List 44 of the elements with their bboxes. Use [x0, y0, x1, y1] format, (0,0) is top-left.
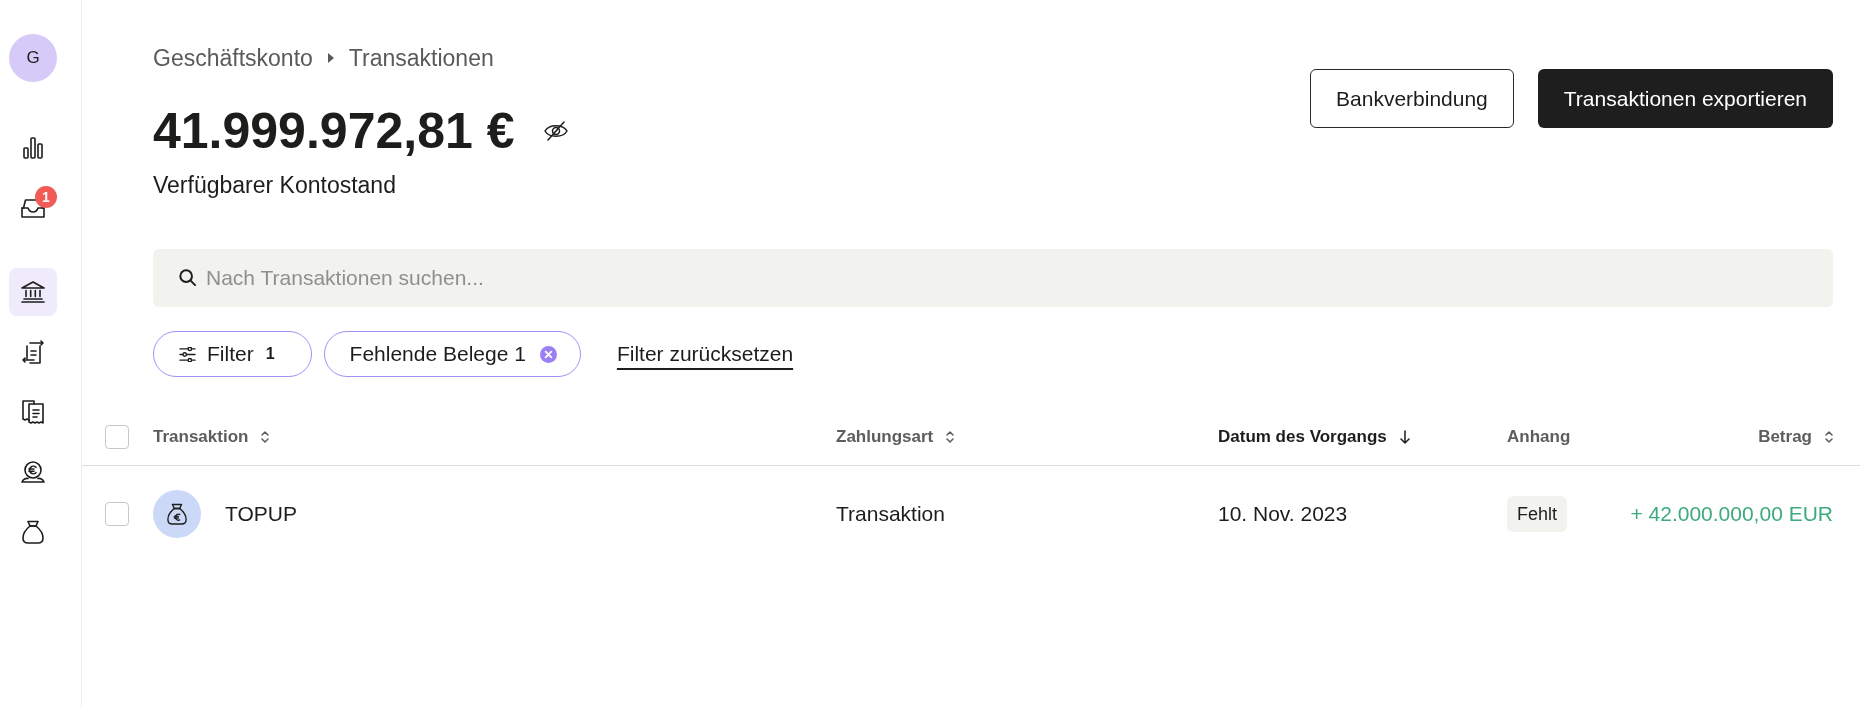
receipts-icon [22, 400, 44, 424]
column-header[interactable]: Transaktion [153, 423, 270, 450]
reset-filters-link[interactable]: Filter zurücksetzen [616, 338, 794, 370]
sliders-icon [179, 346, 196, 362]
transaction-name: TOPUP [225, 501, 297, 528]
transaction-date: 10. Nov. 2023 [1218, 501, 1348, 528]
column-header[interactable]: Betrag [1758, 423, 1833, 450]
breadcrumb-current: Transaktionen [348, 46, 494, 70]
eye-slash-icon[interactable] [544, 121, 569, 141]
payment-type: Transaktion [836, 501, 945, 528]
notification-badge: 1 [35, 186, 57, 208]
money-bag-icon [153, 490, 201, 538]
export-button[interactable]: Transaktionen exportieren [1537, 69, 1833, 128]
filter-chip[interactable]: Fehlende Belege 1 [323, 331, 581, 377]
search-icon [179, 269, 196, 286]
filter-button[interactable]: Filter 1 [153, 331, 312, 377]
column-header[interactable]: Datum des Vorgangs [1218, 423, 1410, 450]
breadcrumb-link[interactable]: Geschäftskonto [153, 46, 313, 70]
attachment-status: Fehlt [1507, 496, 1568, 532]
money-bag-icon [22, 520, 44, 544]
balance-amount: 41.999.972,81 € [153, 103, 515, 159]
sort-icon [1825, 429, 1833, 444]
sidebar-item[interactable] [9, 268, 57, 316]
avatar[interactable]: G [9, 34, 57, 82]
tray-icon [21, 198, 45, 218]
arrow-down-icon [1399, 429, 1410, 444]
balance-label: Verfügbarer Kontostand [153, 171, 396, 199]
sort-icon [946, 429, 955, 444]
sort-icon [261, 429, 270, 444]
transaction-amount: + 42.000.000,00 EUR [1630, 501, 1833, 528]
select-all-checkbox[interactable] [105, 424, 129, 449]
document-arrows-icon [21, 340, 45, 364]
row-checkbox[interactable] [105, 502, 129, 526]
close-icon[interactable] [539, 345, 557, 363]
filter-count: 1 [265, 344, 275, 364]
bank-icon [21, 281, 45, 303]
column-header: Anhang [1507, 425, 1571, 448]
bar-chart-icon [23, 137, 43, 159]
caret-icon [327, 53, 334, 63]
euro-coin-icon [21, 461, 45, 483]
filter-chip-label: Fehlende Belege 1 [349, 341, 526, 368]
bank-connection-button[interactable]: Bankverbindung [1310, 69, 1514, 128]
search-field[interactable]: Nach Transaktionen suchen... [153, 249, 1833, 307]
column-header[interactable]: Zahlungsart [836, 423, 955, 450]
